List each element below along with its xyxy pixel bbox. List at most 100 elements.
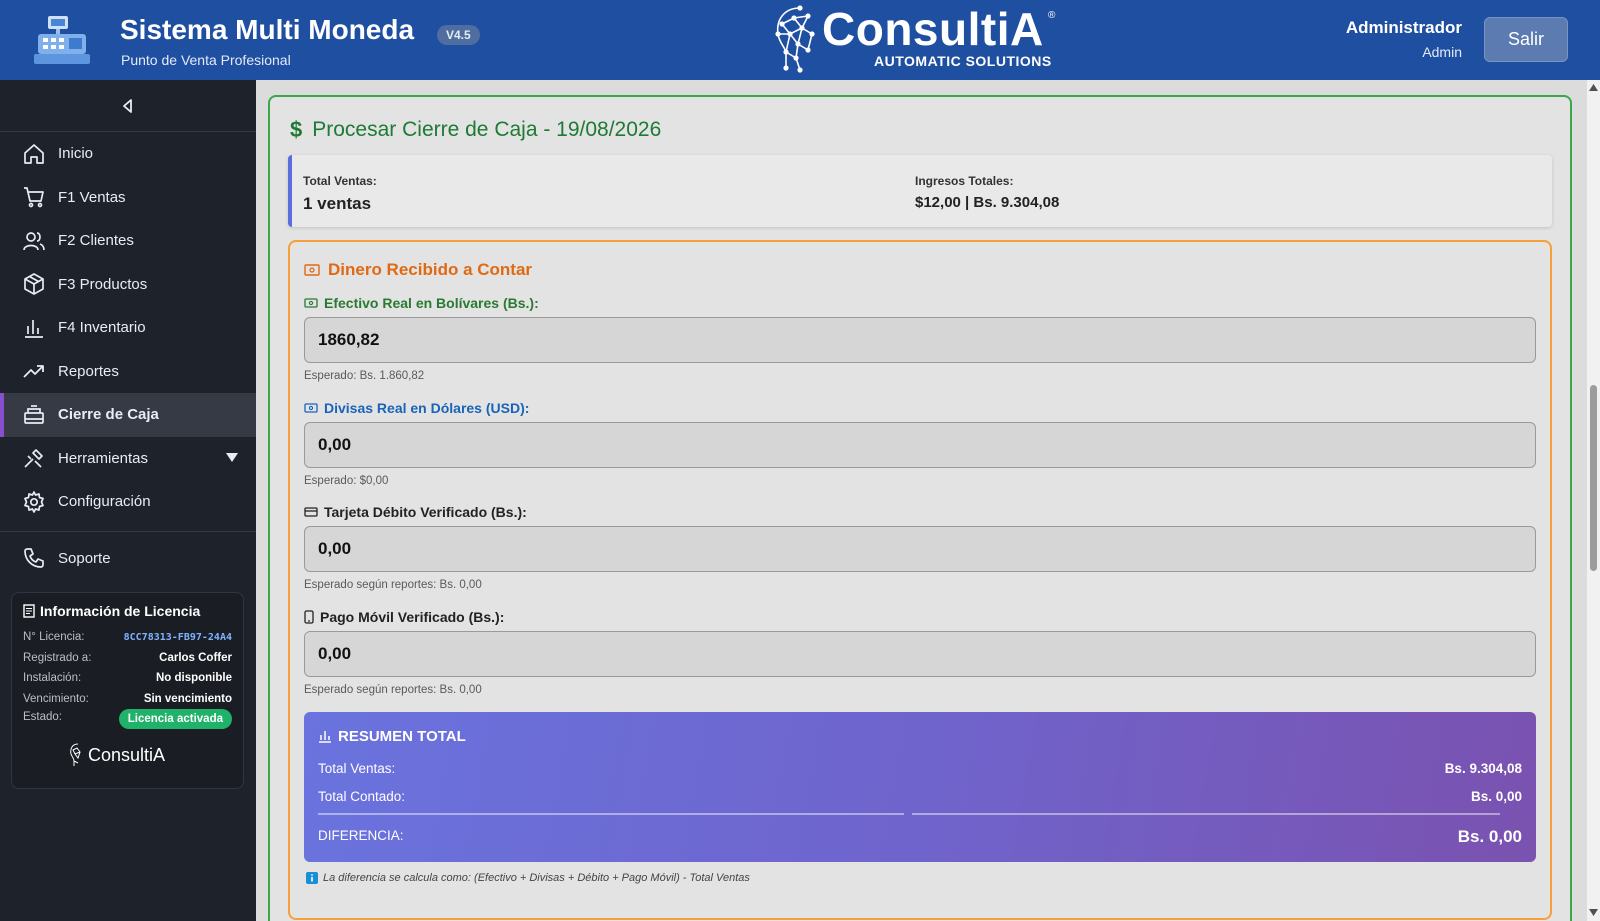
difference-note: La diferencia se calcula como: (Efectivo… [306,872,750,884]
consultia-logo: ConsultiA ® AUTOMATIC SOLUTIONS [772,3,1062,76]
sidebar-item-cierre-de-caja[interactable]: Cierre de Caja [0,393,256,437]
chevron-down-icon [226,452,238,462]
scroll-up-icon[interactable] [1589,84,1598,91]
sidebar-divider [0,530,256,532]
license-number-row: N° Licencia: 8CC78313-FB97-24A4 [23,627,232,648]
home-icon [22,142,46,166]
sidebar-item-label: Inicio [58,145,94,163]
summary-counted-label: Total Contado: [318,789,406,804]
pago-movil-hint: Esperado según reportes: Bs. 0,00 [304,684,482,696]
sidebar-item-label: Reportes [58,362,119,380]
user-role: Admin [1422,44,1462,60]
summary-difference-label: DIFERENCIA: [318,828,404,843]
tools-icon [22,446,46,470]
sidebar-item-inventario[interactable]: F4 Inventario [0,306,256,350]
license-number-label: N° Licencia: [23,631,85,644]
pago-movil-label: Pago Móvil Verificado (Bs.): [304,609,504,625]
license-card: Información de Licencia N° Licencia: 8CC… [11,592,244,789]
money-icon [304,298,318,308]
license-registered-value: Carlos Coffer [159,651,232,664]
summary-sales-label: Total Ventas: [318,761,396,776]
total-sales-label: Total Ventas: [303,174,377,188]
sidebar-item-productos[interactable]: F3 Productos [0,263,256,307]
money-icon [304,264,320,276]
bar-chart-icon [22,316,46,340]
license-status-badge: Licencia activada [118,709,232,729]
sidebar-item-label: F1 Ventas [58,188,126,206]
license-status-label: Estado: [23,711,62,723]
dolares-label-text: Divisas Real en Dólares (USD): [324,400,530,416]
app-title: Sistema Multi Moneda [120,14,415,45]
network-head-icon [70,743,81,766]
sidebar-item-clientes[interactable]: F2 Clientes [0,219,256,263]
dollar-icon: $ [290,117,303,142]
summary-divider [912,813,1500,815]
license-expiry-label: Vencimiento: [23,692,89,705]
money-count-section: Dinero Recibido a Contar Efectivo Real e… [288,240,1552,920]
sidebar-item-label: Herramientas [58,449,149,467]
count-title: Dinero Recibido a Contar [304,260,532,280]
total-income-label: Ingresos Totales: [915,174,1014,188]
cash-register-icon [22,403,46,427]
license-expiry-value: Sin vencimiento [143,692,232,705]
box-icon [22,272,46,296]
sidebar-item-label: F3 Productos [58,275,148,293]
page-title-text: Procesar Cierre de Caja - 19/08/2026 [312,118,662,141]
sidebar-item-label: Cierre de Caja [58,406,159,424]
total-sales-value: 1 ventas [303,194,372,213]
sidebar-item-soporte[interactable]: Soporte [0,537,256,581]
sidebar-item-label: Configuración [58,493,151,511]
bolivares-label-text: Efectivo Real en Bolívares (Bs.): [324,295,539,311]
users-icon [22,229,46,253]
dolares-label: Divisas Real en Dólares (USD): [304,400,529,416]
top-header: Sistema Multi Moneda V4.5 Punto de Venta… [0,0,1600,80]
license-install-value: No disponible [155,672,232,685]
scroll-down-icon[interactable] [1589,909,1598,916]
license-registered-row: Registrado a: Carlos Coffer [23,648,232,669]
main-content: $ Procesar Cierre de Caja - 19/08/2026 T… [256,80,1587,921]
bar-chart-icon [319,731,331,743]
vertical-scrollbar[interactable] [1587,80,1600,921]
license-expiry-row: Vencimiento: Sin vencimiento [23,689,232,710]
sidebar-item-configuracion[interactable]: Configuración [0,480,256,524]
scrollbar-thumb[interactable] [1590,385,1597,571]
license-registered-label: Registrado a: [23,651,92,664]
license-install-label: Instalación: [23,672,82,685]
money-icon [304,403,318,413]
logo-tagline: AUTOMATIC SOLUTIONS [874,53,1052,69]
license-title: Información de Licencia [23,603,232,619]
summary-sales-value: Bs. 9.304,08 [1444,761,1522,776]
sidebar-item-label: F2 Clientes [58,232,134,250]
caret-left-icon [123,98,132,113]
count-title-text: Dinero Recibido a Contar [328,260,533,279]
license-consultia-logo: ConsultiA [69,743,165,767]
sidebar-item-ventas[interactable]: F1 Ventas [0,176,256,220]
sidebar-item-reportes[interactable]: Reportes [0,350,256,394]
sidebar-nav: Inicio F1 Ventas F2 Clientes F3 Producto… [0,132,256,580]
pago-movil-label-text: Pago Móvil Verificado (Bs.): [320,609,505,625]
dolares-input[interactable]: 0,00 [304,422,1536,468]
license-install-row: Instalación: No disponible [23,668,232,689]
license-title-text: Información de Licencia [40,603,201,619]
total-summary-title: RESUMEN TOTAL [318,728,466,745]
app-subtitle: Punto de Venta Profesional [121,52,291,68]
sidebar-collapse-button[interactable] [0,80,256,132]
pago-movil-input[interactable]: 0,00 [304,631,1536,677]
debito-hint: Esperado según reportes: Bs. 0,00 [304,579,482,591]
sidebar-item-herramientas[interactable]: Herramientas [0,437,256,481]
license-logo-text: ConsultiA [88,744,166,765]
page-title: $ Procesar Cierre de Caja - 19/08/2026 [290,117,661,143]
sidebar-item-label: F4 Inventario [58,319,146,337]
debito-input[interactable]: 0,00 [304,526,1536,572]
bolivares-input[interactable]: 1860,82 [304,317,1536,363]
gear-icon [22,490,46,514]
difference-note-text: La diferencia se calcula como: (Efectivo… [323,872,750,884]
sidebar-item-label: Soporte [58,549,111,567]
debito-label: Tarjeta Débito Verificado (Bs.): [304,504,527,520]
sidebar-item-inicio[interactable]: Inicio [0,132,256,176]
user-name: Administrador [1345,18,1462,37]
phone-icon [22,546,46,570]
total-summary-box: RESUMEN TOTAL Total Ventas: Bs. 9.304,08… [304,712,1536,862]
summary-difference-value: Bs. 0,00 [1457,827,1522,846]
logout-button[interactable]: Salir [1484,17,1568,62]
